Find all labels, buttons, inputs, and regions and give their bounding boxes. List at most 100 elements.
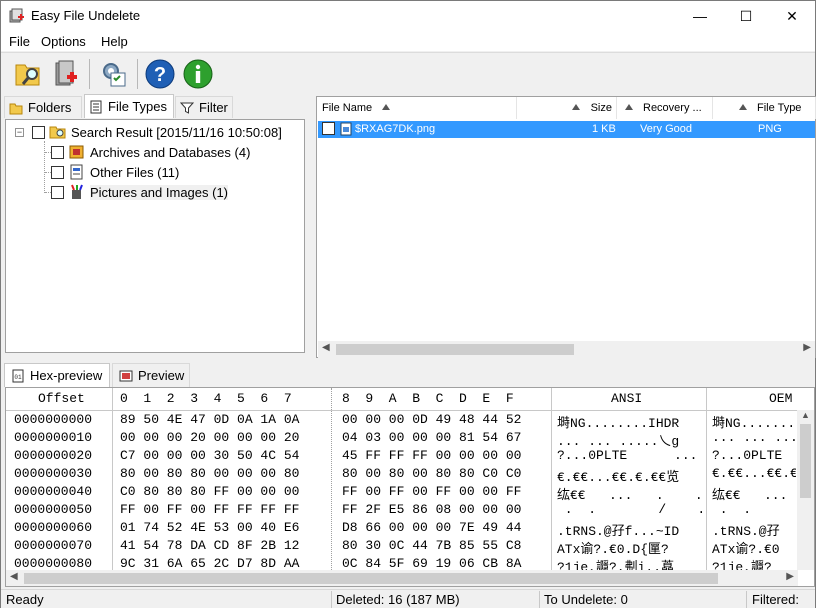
hex-bytes-cell: FF 00 FF 00 FF 00 00 FF xyxy=(342,484,522,499)
scroll-left-icon[interactable]: ◀ xyxy=(322,342,330,353)
tree-item-label: Archives and Databases (4) xyxy=(90,144,251,160)
settings-button[interactable] xyxy=(97,57,131,91)
tree-root[interactable]: Search Result [2015/11/16 10:50:08] xyxy=(32,123,282,141)
help-button[interactable]: ? xyxy=(143,57,177,91)
hex-ansi-cell: 纮€€ ... . . xyxy=(557,488,703,502)
title-bar: Easy File Undelete — ☐ ✕ xyxy=(1,1,815,31)
hex-offset-cell: 0000000010 xyxy=(14,430,93,445)
app-window: Easy File Undelete — ☐ ✕ File Options He… xyxy=(0,0,816,608)
hex-ansi-cell: .tRNS.@孖f...~ID xyxy=(557,524,680,538)
hex-bytes-cell: C7 00 00 00 30 50 4C 54 xyxy=(120,448,300,463)
close-button[interactable]: ✕ xyxy=(769,1,815,31)
search-button[interactable] xyxy=(11,57,45,91)
pictures-icon xyxy=(71,184,83,199)
hex-ansi-cell: €.€€...€€.€.€€览 xyxy=(557,470,680,484)
column-recovery[interactable]: Recovery ... xyxy=(617,97,713,119)
tree-item-label: Other Files (11) xyxy=(90,164,180,180)
hex-offset-cell: 0000000040 xyxy=(14,484,93,499)
scroll-right-icon[interactable]: ▶ xyxy=(803,342,811,353)
maximize-button[interactable]: ☐ xyxy=(723,1,769,31)
left-tab-strip: Folders File Types Filter xyxy=(4,94,306,118)
undelete-button[interactable] xyxy=(49,57,83,91)
tab-preview[interactable]: Preview xyxy=(112,363,190,387)
scrollbar-thumb[interactable] xyxy=(336,344,574,355)
hex-ansi-cell: ... ... .....乀g xyxy=(557,434,680,448)
tree-root-label: Search Result [2015/11/16 10:50:08] xyxy=(71,124,282,140)
hex-oem-cell: €.€€...€€.€.€ xyxy=(712,466,796,481)
hex-header-divider xyxy=(6,410,798,411)
folder-icon xyxy=(9,103,23,114)
window-title: Easy File Undelete xyxy=(31,8,141,23)
other-files-checkbox[interactable] xyxy=(51,165,64,179)
hex-oem-cell: ... ... ..... xyxy=(712,430,796,445)
hex-bytes-cell: FF 2F E5 86 08 00 00 00 xyxy=(342,502,522,517)
hex-ansi-cell: ATx谕?.€0.D{匰? xyxy=(557,542,669,556)
hex-bytes-cell: C0 80 80 80 FF 00 00 00 xyxy=(120,484,300,499)
tab-file-types[interactable]: File Types xyxy=(84,94,174,118)
status-filtered: Filtered: xyxy=(752,592,799,607)
hex-bytes-cell: 00 00 00 20 00 00 00 20 xyxy=(120,430,300,445)
hex-bytes-cell: 89 50 4E 47 0D 0A 1A 0A xyxy=(120,412,300,427)
file-name-cell: $RXAG7DK.png xyxy=(355,123,436,135)
file-row[interactable]: $RXAG7DK.png 1 KB Very Good PNG xyxy=(318,121,815,138)
column-file-name[interactable]: File Name xyxy=(317,97,517,119)
scroll-right-icon[interactable]: ▶ xyxy=(786,571,794,582)
collapse-icon[interactable]: − xyxy=(15,128,24,137)
search-folder-icon xyxy=(49,126,66,139)
toolbar-separator xyxy=(89,59,90,89)
hex-oem-cell: 塒NG........IH xyxy=(712,416,796,430)
minimize-button[interactable]: — xyxy=(677,1,723,31)
tree-item-other-files[interactable]: Other Files (11) xyxy=(51,163,179,181)
archives-checkbox[interactable] xyxy=(51,145,64,159)
tree-item-archives[interactable]: Archives and Databases (4) xyxy=(51,143,250,161)
scroll-left-icon[interactable]: ◀ xyxy=(10,571,18,582)
hex-bytes-cell: 80 00 80 80 00 00 00 80 xyxy=(120,466,300,481)
search-icon xyxy=(15,64,40,86)
scrollbar-thumb[interactable] xyxy=(24,573,718,584)
hex-bytes-cell: 41 54 78 DA CD 8F 2B 12 xyxy=(120,538,300,553)
hex-ansi-cell: ?...0PLTE ... xyxy=(557,448,698,463)
hex-bytes-cell: 80 00 80 00 80 80 C0 C0 xyxy=(342,466,522,481)
menu-options[interactable]: Options xyxy=(41,34,86,49)
hex-viewer: Offset 0 1 2 3 4 5 6 7 8 9 A B C D E F A… xyxy=(5,387,815,587)
hex-divider xyxy=(706,388,707,570)
pictures-checkbox[interactable] xyxy=(51,185,64,199)
tree-root-checkbox[interactable] xyxy=(32,125,45,139)
hex-offset-header: Offset xyxy=(38,391,85,406)
status-ready: Ready xyxy=(6,592,44,607)
tree-item-label: Pictures and Images (1) xyxy=(90,184,229,200)
file-types-icon xyxy=(90,100,102,113)
hex-vertical-scrollbar[interactable]: ▲ xyxy=(797,410,814,570)
sort-up-icon xyxy=(625,104,633,110)
scrollbar-thumb[interactable] xyxy=(800,424,811,498)
hex-ansi-cell: 塒NG........IHDR xyxy=(557,416,680,430)
menu-file[interactable]: File xyxy=(9,34,30,49)
status-bar: Ready Deleted: 16 (187 MB) To Undelete: … xyxy=(1,589,815,608)
column-label: File Name xyxy=(322,102,373,114)
tab-hex-preview[interactable]: 01 Hex-preview xyxy=(4,363,110,387)
hex-ansi-cell: . . / . xyxy=(557,502,705,517)
hex-oem-cell: ?...0PLTE xyxy=(712,448,783,463)
file-recovery-cell: Very Good xyxy=(640,123,692,135)
scroll-up-icon[interactable]: ▲ xyxy=(801,410,810,420)
help-icon: ? xyxy=(145,59,175,89)
tab-folders[interactable]: Folders xyxy=(4,96,82,118)
hex-bytes-cell: 01 74 52 4E 53 00 40 E6 xyxy=(120,520,300,535)
column-file-type[interactable]: File Type xyxy=(713,97,816,119)
status-divider xyxy=(746,591,747,608)
file-list-scrollbar[interactable]: ◀ ▶ xyxy=(318,341,815,358)
tree-line xyxy=(44,141,45,193)
tab-filter[interactable]: Filter xyxy=(175,96,233,118)
file-row-checkbox[interactable] xyxy=(322,122,335,135)
hex-offset-cell: 0000000060 xyxy=(14,520,93,535)
column-size[interactable]: Size xyxy=(517,97,617,119)
hex-oem-cell: .tRNS.@孖 xyxy=(712,524,780,538)
menu-bar: File Options Help xyxy=(1,31,815,51)
info-icon xyxy=(183,59,213,89)
menu-help[interactable]: Help xyxy=(101,34,128,49)
tree-item-pictures[interactable]: Pictures and Images (1) xyxy=(51,183,229,201)
hex-horizontal-scrollbar[interactable]: ◀ ▶ xyxy=(6,570,798,586)
app-logo-icon xyxy=(9,8,24,23)
hex-columns-header-a: 0 1 2 3 4 5 6 7 xyxy=(120,391,292,406)
info-button[interactable] xyxy=(181,57,215,91)
